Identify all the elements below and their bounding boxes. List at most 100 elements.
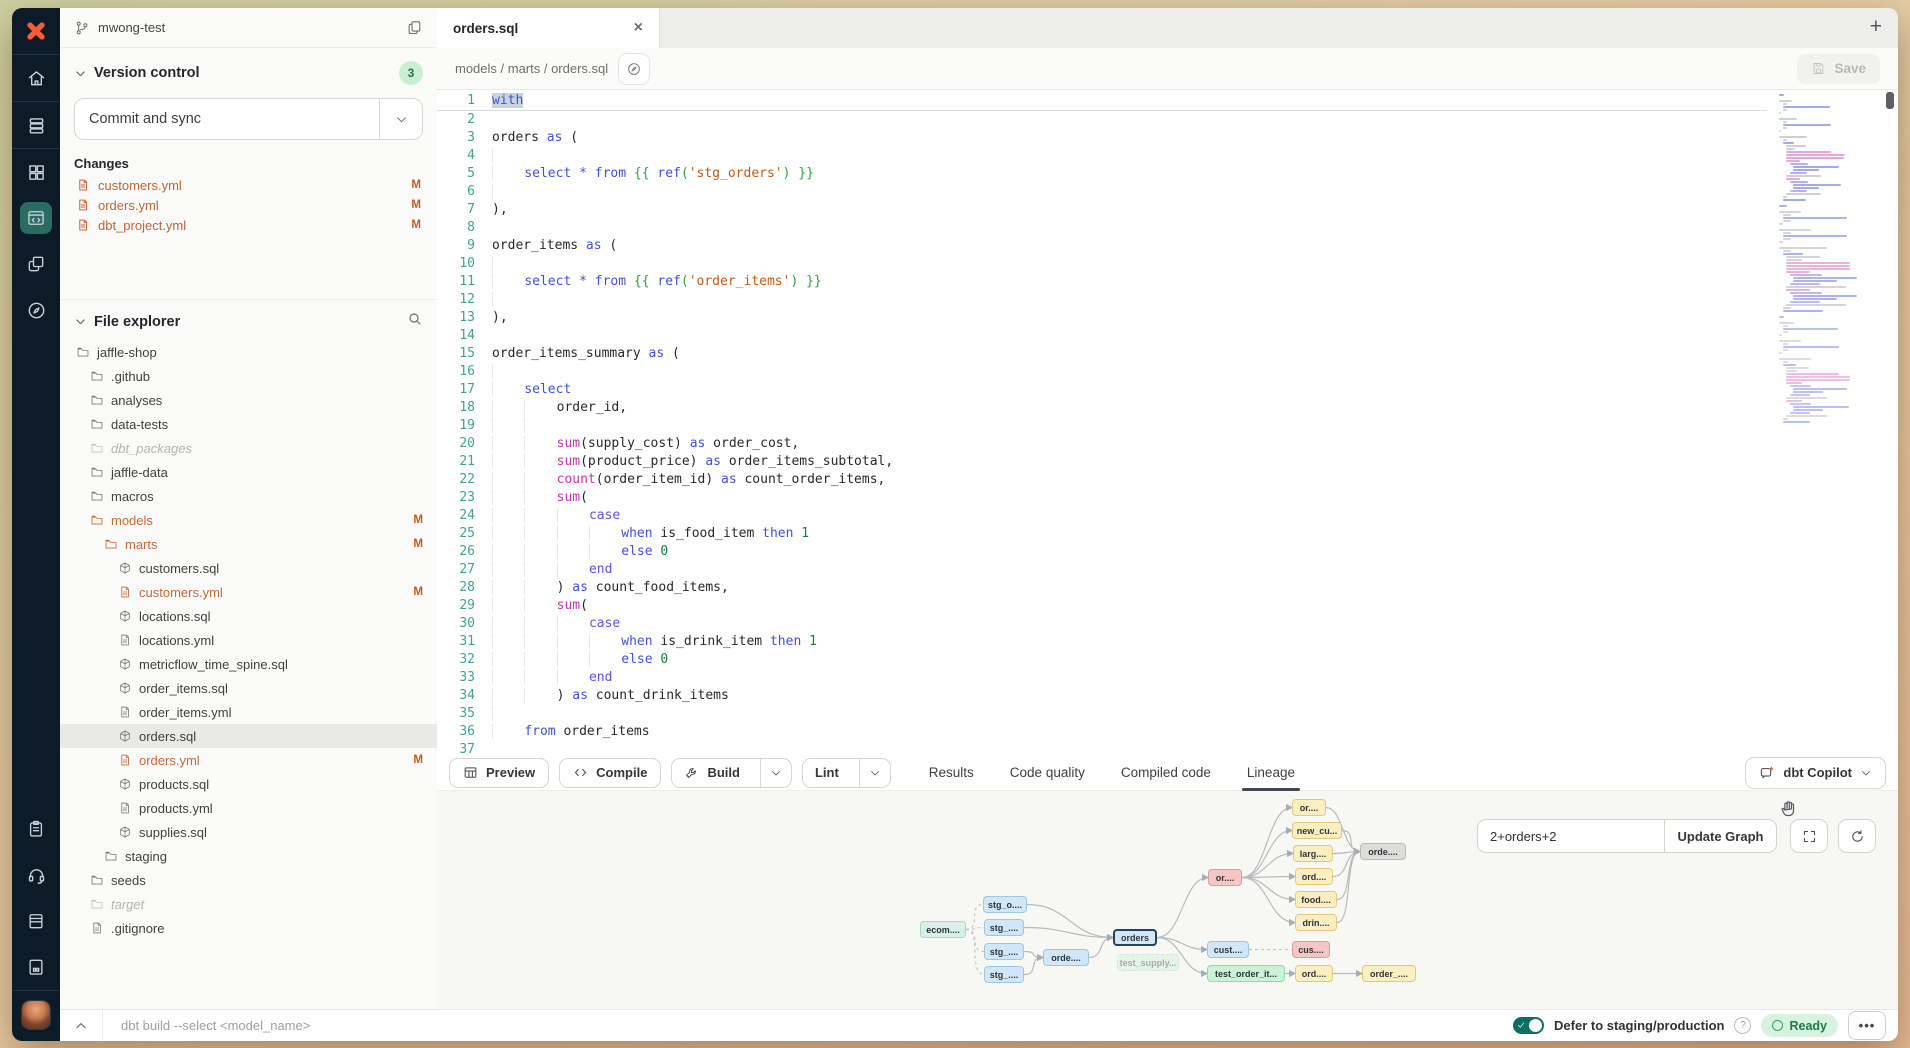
preview-button[interactable]: Preview [449,758,549,788]
tree-item-models[interactable]: modelsM [60,508,437,532]
tree-item-marts[interactable]: martsM [60,532,437,556]
lineage-node-oy7[interactable]: ord.... [1295,965,1333,982]
tree-item-locations-yml[interactable]: locations.yml [60,628,437,652]
code-line-17[interactable]: 17 select [437,381,1767,399]
tree-item-products-sql[interactable]: products.sql [60,772,437,796]
tab-code-quality[interactable]: Code quality [1010,755,1085,791]
lineage-node-oex[interactable]: orde.... [1360,843,1406,860]
compile-button[interactable]: Compile [559,758,661,788]
update-graph-button[interactable]: Update Graph [1664,819,1777,853]
lineage-node-s3[interactable]: stg_.... [984,943,1024,960]
build-button[interactable]: Build [672,759,752,787]
open-lineage-compass-button[interactable] [618,53,650,85]
lineage-node-y2[interactable]: new_cu... [1292,822,1342,839]
code-line-21[interactable]: 21 sum(product_price) as order_items_sub… [437,453,1767,471]
lint-options-chevron[interactable] [859,759,890,787]
code-line-11[interactable]: 11 select * from {{ ref('order_items') }… [437,273,1767,291]
develop-ide-icon[interactable] [12,195,60,241]
code-line-35[interactable]: 35 [437,705,1767,723]
file-explorer-header[interactable]: File explorer [60,300,437,332]
code-line-22[interactable]: 22 count(order_item_id) as count_order_i… [437,471,1767,489]
code-line-1[interactable]: 1with [437,92,1767,111]
tree-item-orders-sql[interactable]: orders.sql [60,724,437,748]
code-editor[interactable]: 1with23orders as (4 5 select * from {{ r… [437,90,1898,755]
code-line-31[interactable]: 31 when is_drink_item then 1 [437,633,1767,651]
lineage-node-y5[interactable]: food.... [1295,891,1337,908]
terminal-panel-icon[interactable] [12,944,60,990]
code-line-13[interactable]: 13), [437,309,1767,327]
tree-item--gitignore[interactable]: .gitignore [60,916,437,940]
refresh-button[interactable] [1838,819,1876,853]
lineage-node-cust[interactable]: cust.... [1207,941,1249,958]
code-line-6[interactable]: 6 [437,183,1767,201]
changelog-clipboard-icon[interactable] [12,806,60,852]
commit-and-sync-label[interactable]: Commit and sync [75,99,379,139]
lineage-node-orm[interactable]: or.... [1208,869,1242,886]
lineage-node-s1[interactable]: stg_o.... [983,896,1027,913]
new-tab-button[interactable]: + [1870,15,1882,39]
expand-command-bar-button[interactable] [60,1010,103,1041]
tab-orders-sql[interactable]: orders.sql × [437,8,660,48]
search-icon[interactable] [407,311,423,332]
lineage-filter-input[interactable]: 2+orders+2 [1477,819,1665,853]
changed-file[interactable]: orders.ymlM [60,195,437,215]
save-button[interactable]: Save [1797,54,1880,84]
tree-item-staging[interactable]: staging [60,844,437,868]
lineage-node-ecom[interactable]: ecom.... [920,921,966,938]
close-tab-icon[interactable]: × [634,20,643,36]
build-options-chevron[interactable] [760,759,791,787]
code-line-25[interactable]: 25 when is_food_item then 1 [437,525,1767,543]
tree-item-target[interactable]: target [60,892,437,916]
tree-item-data-tests[interactable]: data-tests [60,412,437,436]
tab-results[interactable]: Results [929,755,974,791]
minimap[interactable] [1779,94,1849,427]
code-line-36[interactable]: 36 from order_items [437,723,1767,741]
lint-button[interactable]: Lint [803,759,851,787]
lineage-node-orders[interactable]: orders [1113,929,1157,946]
tree-item--github[interactable]: .github [60,364,437,388]
tree-item-macros[interactable]: macros [60,484,437,508]
code-line-28[interactable]: 28 ) as count_food_items, [437,579,1767,597]
command-input[interactable]: dbt build --select <model_name> [121,1018,310,1033]
tree-item-jaffle-shop[interactable]: jaffle-shop [60,340,437,364]
code-line-24[interactable]: 24 case [437,507,1767,525]
changed-file[interactable]: customers.ymlM [60,175,437,195]
lineage-node-cusm[interactable]: cus.... [1292,941,1330,958]
user-avatar[interactable] [22,1001,50,1029]
deploy-stack-icon[interactable] [12,102,60,148]
lineage-node-y1[interactable]: or.... [1292,799,1326,816]
code-line-4[interactable]: 4 [437,147,1767,165]
tree-item-order-items-sql[interactable]: order_items.sql [60,676,437,700]
code-line-10[interactable]: 10 [437,255,1767,273]
dbt-copilot-button[interactable]: dbt Copilot [1745,757,1886,789]
support-headset-icon[interactable] [12,852,60,898]
tree-item-dbt-packages[interactable]: dbt_packages [60,436,437,460]
code-line-7[interactable]: 7), [437,201,1767,219]
code-line-8[interactable]: 8 [437,219,1767,237]
tree-item-seeds[interactable]: seeds [60,868,437,892]
branch-name[interactable]: mwong-test [98,20,165,35]
tree-item-customers-sql[interactable]: customers.sql [60,556,437,580]
code-line-2[interactable]: 2 [437,111,1767,129]
tab-lineage[interactable]: Lineage [1247,755,1295,791]
code-line-37[interactable]: 37 [437,741,1767,755]
code-line-15[interactable]: 15order_items_summary as ( [437,345,1767,363]
lineage-node-y4[interactable]: ord.... [1295,868,1333,885]
tab-compiled-code[interactable]: Compiled code [1121,755,1211,791]
tree-item-products-yml[interactable]: products.yml [60,796,437,820]
code-line-5[interactable]: 5 select * from {{ ref('stg_orders') }} [437,165,1767,183]
lineage-node-tord[interactable]: test_order_it... [1207,965,1285,982]
code-line-20[interactable]: 20 sum(supply_cost) as order_cost, [437,435,1767,453]
help-info-icon[interactable]: ? [1734,1017,1751,1034]
code-line-32[interactable]: 32 else 0 [437,651,1767,669]
commit-options-chevron[interactable] [379,99,422,139]
code-line-34[interactable]: 34 ) as count_drink_items [437,687,1767,705]
dbt-logo-icon[interactable] [12,8,60,54]
more-options-button[interactable]: ••• [1848,1011,1886,1040]
code-line-9[interactable]: 9order_items as ( [437,237,1767,255]
code-line-16[interactable]: 16 [437,363,1767,381]
lineage-node-s2[interactable]: stg_.... [984,919,1024,936]
copy-icon[interactable] [406,19,423,36]
tree-item-supplies-sql[interactable]: supplies.sql [60,820,437,844]
code-line-33[interactable]: 33 end [437,669,1767,687]
